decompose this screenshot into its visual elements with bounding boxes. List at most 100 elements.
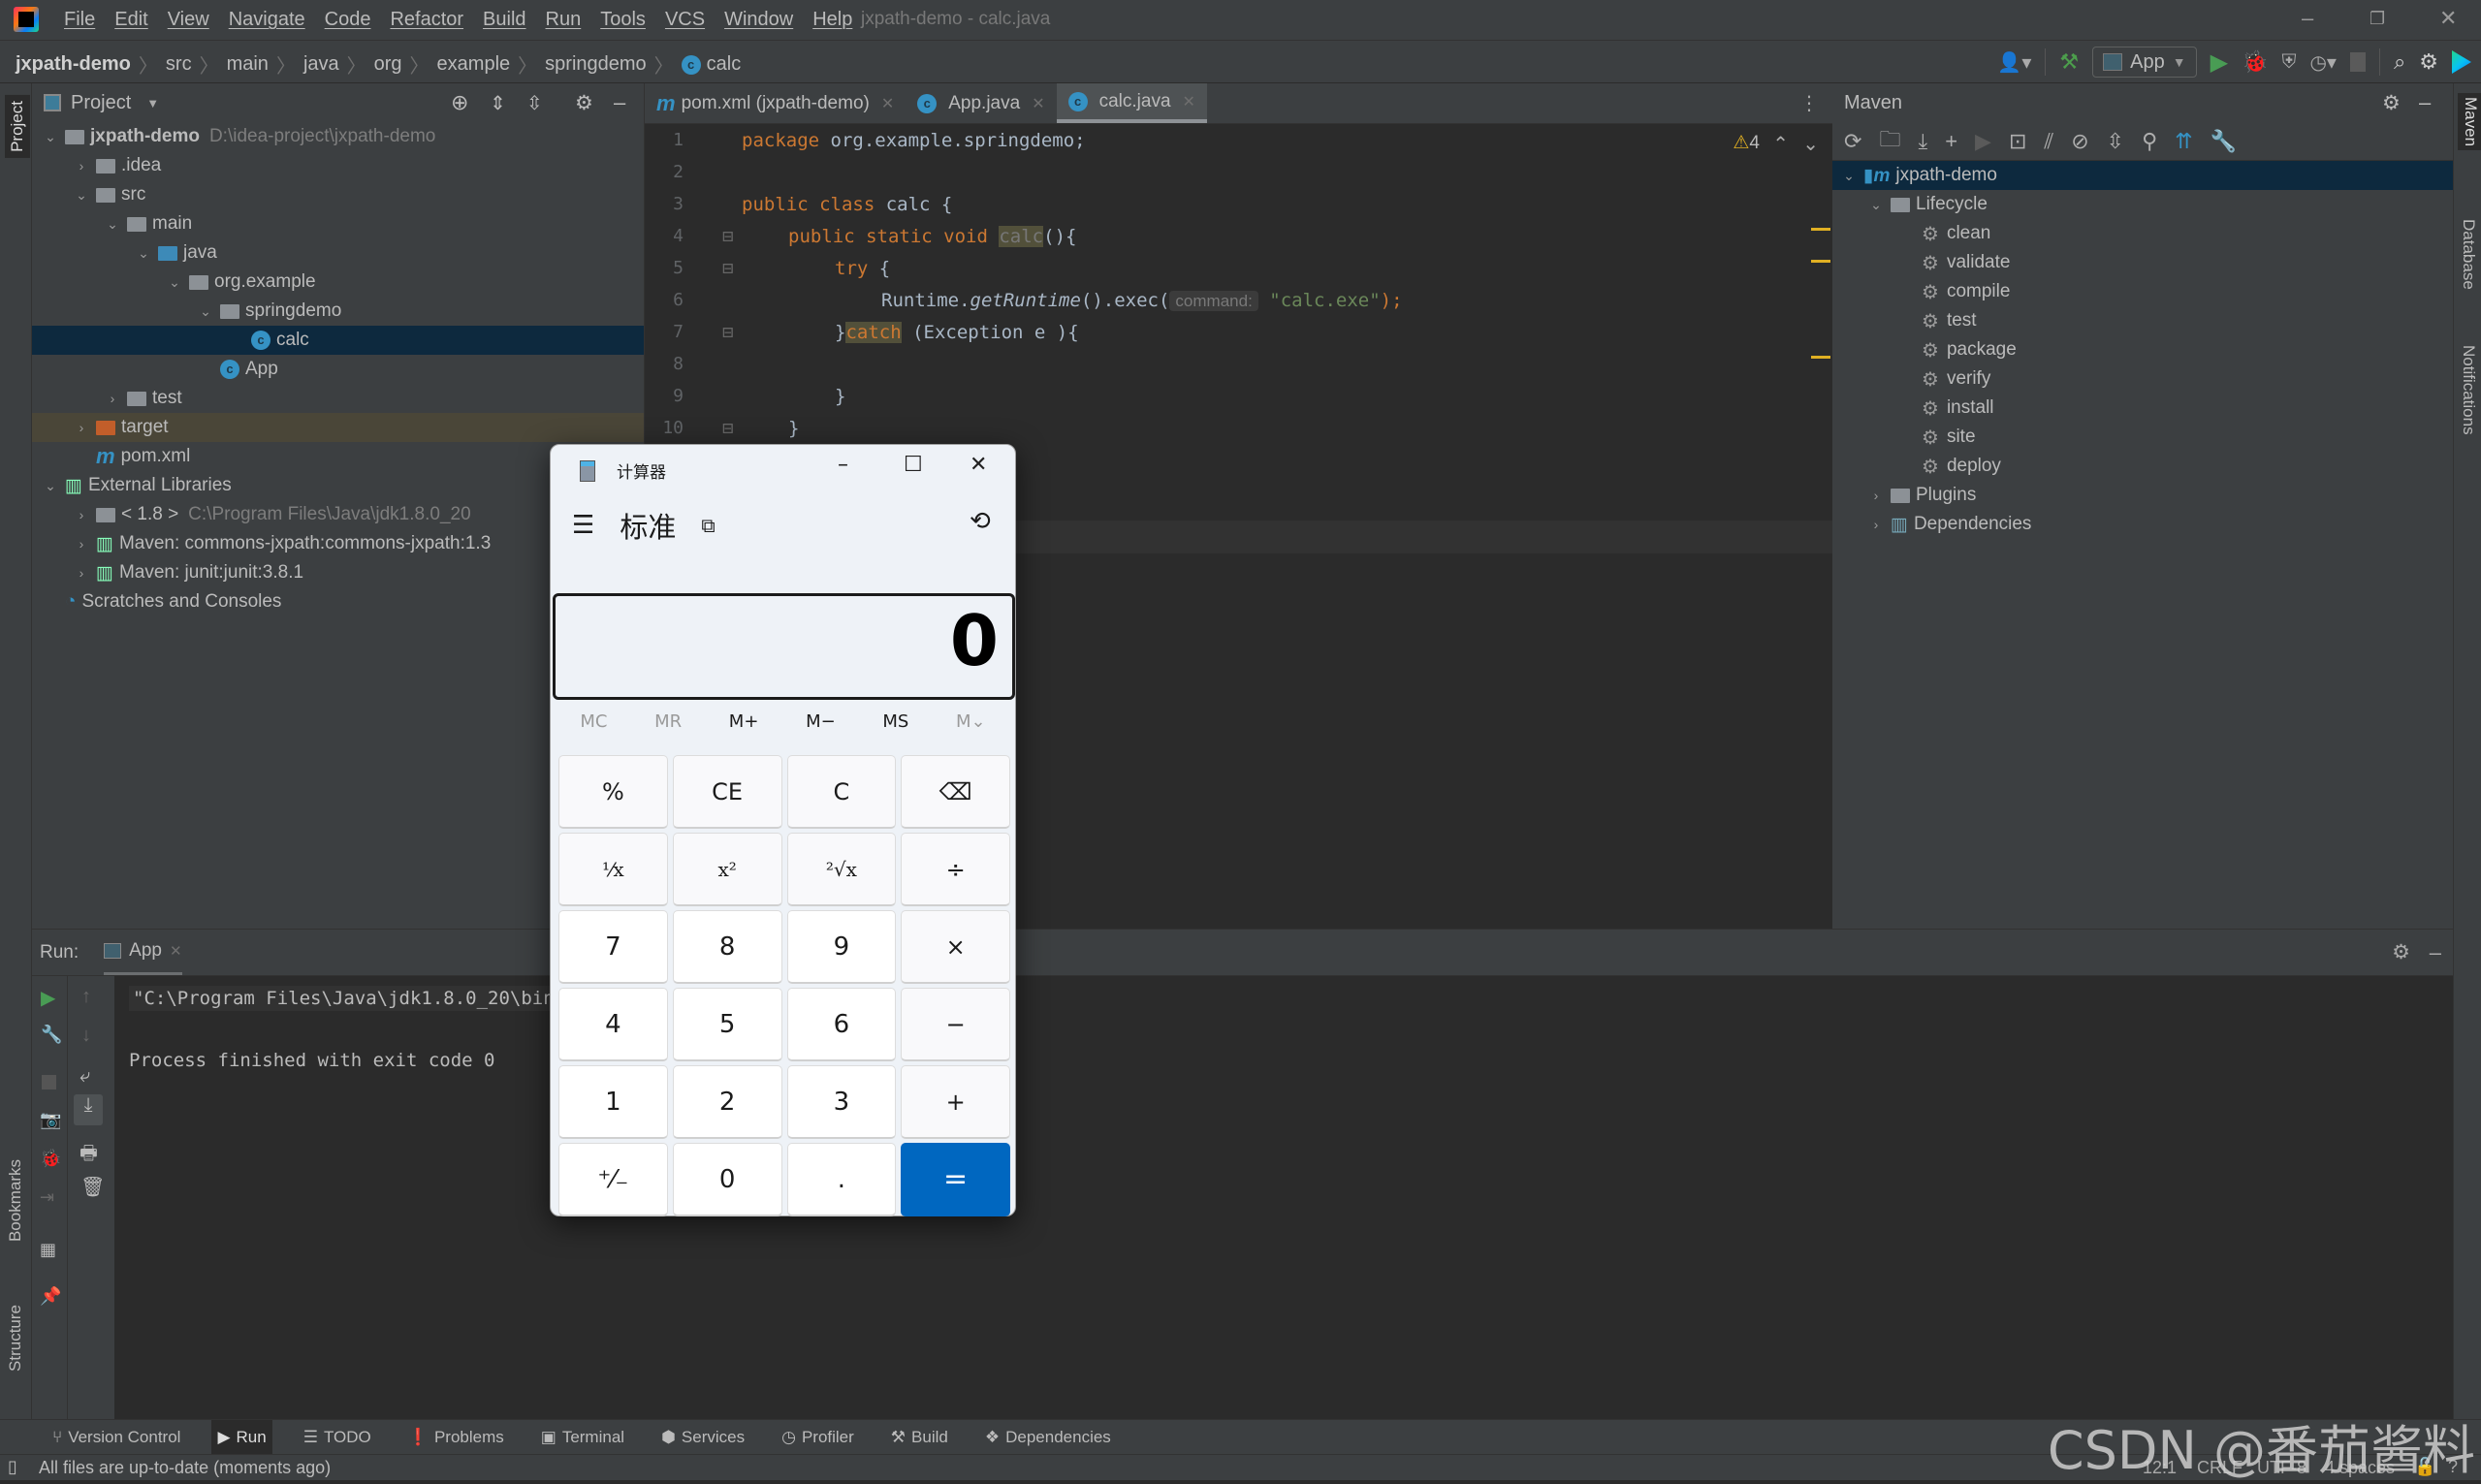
lifecycle-goal-install[interactable]: ⚙ install xyxy=(1832,394,2453,423)
chevron-down-icon[interactable]: ⌄ xyxy=(1840,168,1858,184)
calc-maximize-button[interactable]: ☐ xyxy=(904,453,923,477)
menu-navigate[interactable]: Navigate xyxy=(229,9,305,31)
chevron-down-icon[interactable]: ⌄ xyxy=(135,245,152,262)
chevron-right-icon[interactable]: › xyxy=(73,565,90,581)
project-tree-item[interactable]: › test xyxy=(32,384,644,413)
fold-icon[interactable]: ⊟ xyxy=(722,418,733,439)
lifecycle-goal-clean[interactable]: ⚙ clean xyxy=(1832,219,2453,248)
settings-gear-icon[interactable]: ⚙ xyxy=(2392,940,2410,964)
key-decimal-button[interactable]: . xyxy=(786,1143,897,1216)
profile-icon[interactable]: ◷▾ xyxy=(2309,50,2337,75)
minimize-window-button[interactable]: – xyxy=(2302,6,2313,31)
calc-minimize-button[interactable]: – xyxy=(838,453,848,477)
fold-icon[interactable]: ⊟ xyxy=(722,322,733,343)
tab-calc-java[interactable]: c calc.java ✕ xyxy=(1056,83,1207,123)
run-tab-app[interactable]: App ✕ xyxy=(104,930,182,975)
key-add-button[interactable]: + xyxy=(901,1065,1010,1139)
more-tabs-icon[interactable]: ⋮ xyxy=(1799,91,1819,115)
hide-panel-icon[interactable]: – xyxy=(2430,940,2441,965)
skip-tests-icon[interactable]: ⊘ xyxy=(2071,129,2088,154)
layout-icon[interactable]: ▦ xyxy=(40,1240,56,1260)
chevron-down-icon[interactable]: ⌄ xyxy=(73,187,90,204)
menu-help[interactable]: Help xyxy=(812,9,852,31)
key-digit-6-button[interactable]: 6 xyxy=(786,988,897,1061)
lifecycle-goal-test[interactable]: ⚙ test xyxy=(1832,306,2453,335)
expand-all-icon[interactable]: ⇕ xyxy=(490,91,506,115)
toggle-tool-windows-icon[interactable]: ▯ xyxy=(8,1457,17,1477)
analyze-dependencies-icon[interactable]: ⚲ xyxy=(2142,129,2157,154)
chevron-down-icon[interactable]: ▼ xyxy=(146,96,159,111)
debug-icon[interactable]: 🐞 xyxy=(40,1149,61,1169)
chevron-down-icon[interactable]: ⌄ xyxy=(197,303,214,320)
breadcrumb-current[interactable]: calc xyxy=(707,53,742,76)
lifecycle-goal-validate[interactable]: ⚙ validate xyxy=(1832,248,2453,277)
generate-sources-icon[interactable]: 🗀 xyxy=(1879,123,1900,160)
project-tool-tab[interactable]: Project xyxy=(5,95,30,158)
key-divide-button[interactable]: ÷ xyxy=(901,833,1010,906)
stop-icon[interactable] xyxy=(2349,52,2366,72)
settings-gear-icon[interactable]: ⚙ xyxy=(2382,91,2401,115)
up-arrow-icon[interactable]: ↑ xyxy=(81,986,91,1008)
restore-window-button[interactable]: ❐ xyxy=(2370,9,2385,29)
memory-button-5[interactable]: M⌄ xyxy=(956,711,986,732)
chevron-right-icon[interactable]: › xyxy=(104,391,121,406)
menu-tools[interactable]: Tools xyxy=(600,9,646,31)
run-goal-icon[interactable]: ▶ xyxy=(1975,129,1991,154)
key-backspace-button[interactable]: ⌫ xyxy=(901,755,1010,829)
menu-view[interactable]: View xyxy=(168,9,209,31)
search-icon[interactable]: ⌕ xyxy=(2394,49,2405,75)
rerun-icon[interactable]: ▶ xyxy=(41,986,55,1010)
key-digit-3-button[interactable]: 3 xyxy=(786,1065,897,1139)
settings-gear-icon[interactable]: ⚙ xyxy=(575,91,593,115)
key-clear-entry-button[interactable]: CE xyxy=(672,755,782,829)
key-square-root-button[interactable]: ²√x xyxy=(786,833,897,906)
key-equals-button[interactable]: = xyxy=(901,1143,1010,1216)
maven-settings-wrench-icon[interactable]: 🔧 xyxy=(2211,129,2237,154)
maven-project-node[interactable]: ⌄ ▮m jxpath-demo xyxy=(1832,161,2453,190)
project-tree-item[interactable]: ⌄ org.example xyxy=(32,268,644,297)
close-tab-icon[interactable]: ✕ xyxy=(170,942,182,960)
key-digit-5-button[interactable]: 5 xyxy=(672,988,782,1061)
breadcrumb-item[interactable]: springdemo xyxy=(545,53,647,76)
chevron-right-icon[interactable]: › xyxy=(73,158,90,174)
key-negate-button[interactable]: ⁺⁄₋ xyxy=(558,1143,668,1216)
coverage-icon[interactable]: ⛨ xyxy=(2281,51,2296,74)
code-area[interactable]: 1 package org.example.springdemo; 2 3 publ… xyxy=(645,124,1832,444)
project-tree-item[interactable]: ⌄ java xyxy=(32,238,644,268)
hide-panel-icon[interactable]: – xyxy=(614,90,625,115)
menu-file[interactable]: File xyxy=(64,9,95,31)
chevron-down-icon[interactable]: ⌄ xyxy=(42,478,59,494)
project-tree-item[interactable]: ⌄ src xyxy=(32,180,644,209)
project-tree-item[interactable]: › target xyxy=(32,413,644,442)
breadcrumb-item[interactable]: java xyxy=(303,53,339,76)
collapse-all-icon[interactable]: ⇳ xyxy=(526,91,543,115)
chevron-right-icon[interactable]: › xyxy=(73,507,90,522)
chevron-right-icon[interactable]: › xyxy=(73,536,90,552)
chevron-right-icon[interactable]: › xyxy=(1867,488,1885,503)
build-hammer-icon[interactable]: ⚒ xyxy=(2059,49,2079,75)
menu-edit[interactable]: Edit xyxy=(114,9,147,31)
menu-run[interactable]: Run xyxy=(546,9,582,31)
lifecycle-goal-verify[interactable]: ⚙ verify xyxy=(1832,364,2453,394)
lifecycle-goal-package[interactable]: ⚙ package xyxy=(1832,335,2453,364)
locate-file-icon[interactable]: ⊕ xyxy=(451,90,468,115)
reload-icon[interactable]: ⟳ xyxy=(1844,129,1861,154)
execute-goal-icon[interactable]: ⊡ xyxy=(2009,129,2026,154)
key-digit-0-button[interactable]: 0 xyxy=(672,1143,782,1216)
hide-panel-icon[interactable]: – xyxy=(2419,90,2431,115)
run-configuration-selector[interactable]: App ▼ xyxy=(2092,47,2197,78)
debug-bug-icon[interactable]: 🐞 xyxy=(2242,49,2268,75)
memory-button-0[interactable]: MC xyxy=(580,711,607,732)
down-arrow-icon[interactable]: ↓ xyxy=(81,1025,91,1047)
soft-wrap-icon[interactable]: ⤶ xyxy=(80,1065,90,1088)
wrench-icon[interactable]: 🔧 xyxy=(41,1025,62,1045)
tab-terminal[interactable]: ▣ Terminal xyxy=(535,1420,630,1454)
tab-problems[interactable]: ❗ Problems xyxy=(402,1420,510,1454)
notifications-tool-tab[interactable]: Notifications xyxy=(2459,345,2478,435)
tab-build[interactable]: ⚒ Build xyxy=(885,1420,954,1454)
memory-button-2[interactable]: M+ xyxy=(729,711,759,732)
clear-trash-icon[interactable]: 🗑 xyxy=(80,1175,105,1199)
history-icon[interactable]: ⟲ xyxy=(970,507,991,536)
chevron-right-icon[interactable]: › xyxy=(73,420,90,435)
toggle-offline-icon[interactable]: ⫽ xyxy=(2044,129,2053,154)
